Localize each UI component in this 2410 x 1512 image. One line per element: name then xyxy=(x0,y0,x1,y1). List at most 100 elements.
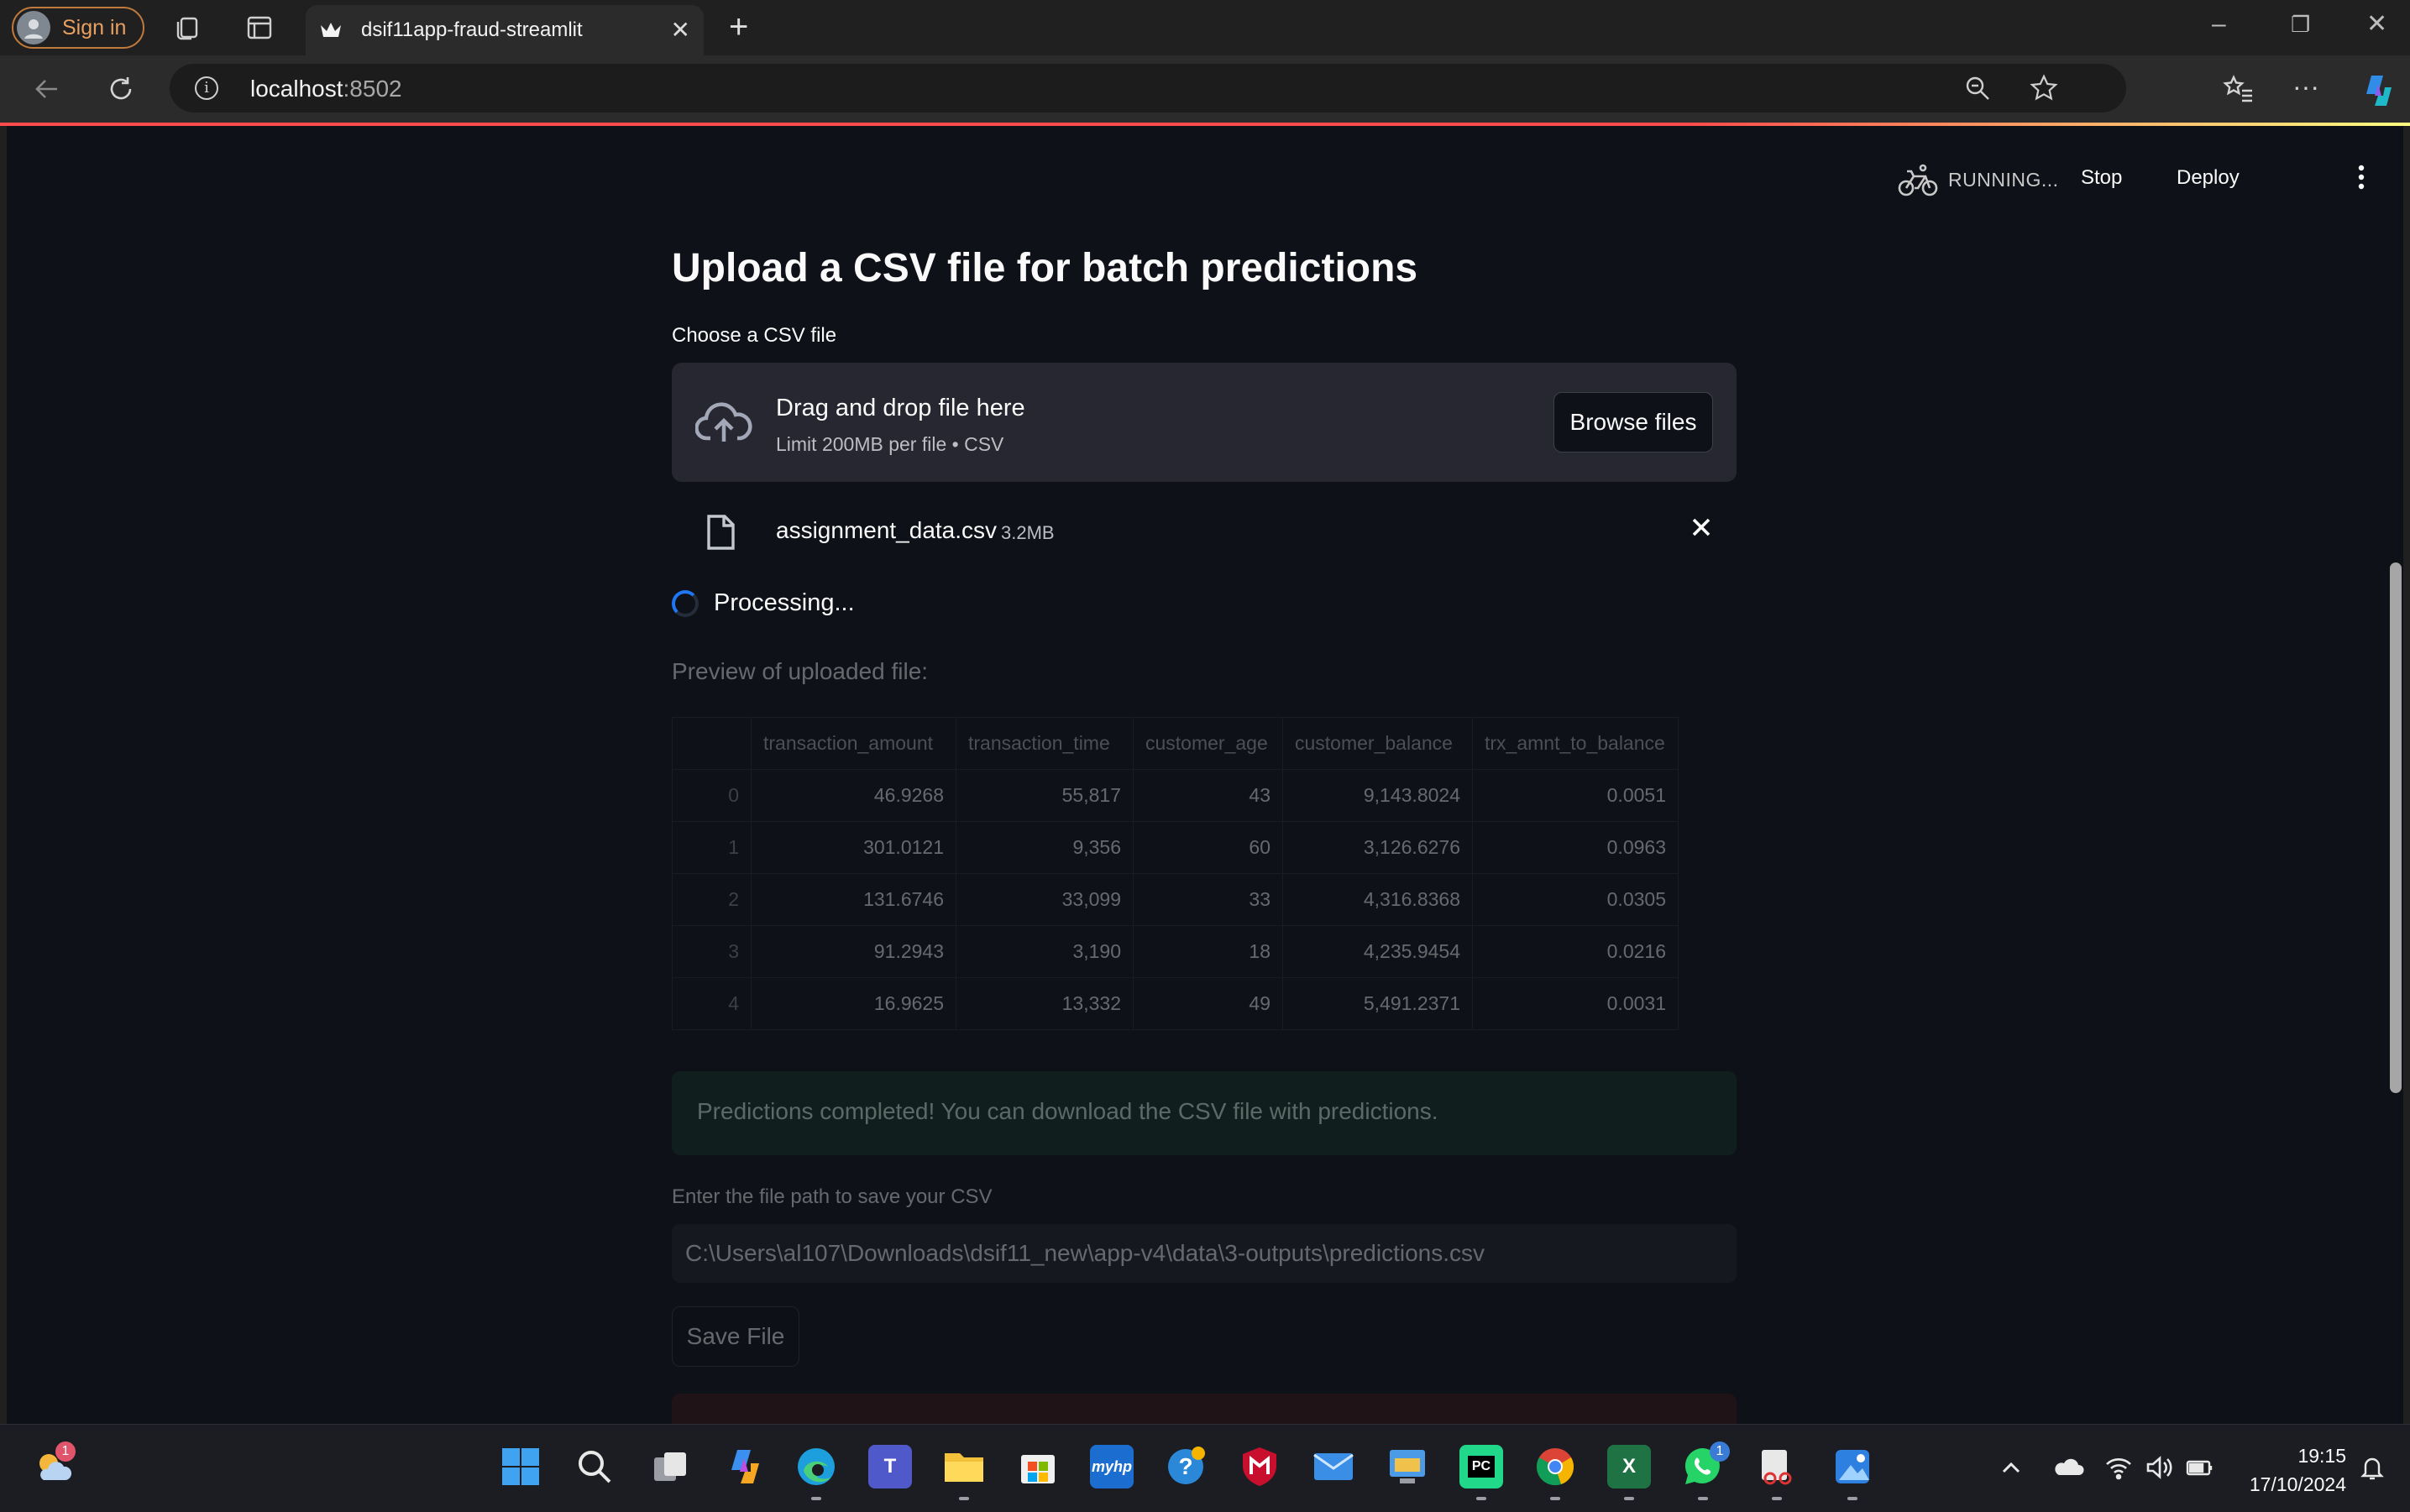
table-cell[interactable]: 33,099 xyxy=(956,873,1134,926)
column-header-transaction-amount[interactable]: transaction_amount xyxy=(751,717,956,770)
table-cell[interactable]: 3,190 xyxy=(956,925,1134,978)
table-cell[interactable]: 33 xyxy=(1133,873,1283,926)
microsoft-store-icon[interactable] xyxy=(1016,1445,1060,1488)
back-arrow-icon[interactable] xyxy=(30,72,64,106)
excel-icon[interactable]: X xyxy=(1607,1445,1651,1488)
close-window-icon[interactable]: ✕ xyxy=(2366,12,2387,37)
table-cell[interactable]: 0.0963 xyxy=(1472,821,1679,874)
table-cell[interactable]: 0.0216 xyxy=(1472,925,1679,978)
more-menu-icon[interactable]: ··· xyxy=(2292,72,2326,106)
new-tab-icon[interactable]: + xyxy=(729,10,748,44)
table-cell[interactable]: 43 xyxy=(1133,769,1283,822)
deploy-button[interactable]: Deploy xyxy=(2177,166,2240,190)
profile-signin-button[interactable]: Sign in xyxy=(12,7,144,49)
zoom-icon[interactable] xyxy=(1963,74,1992,107)
file-explorer-icon[interactable] xyxy=(942,1445,986,1488)
table-cell[interactable]: 9,143.8024 xyxy=(1282,769,1473,822)
table-cell[interactable]: 0.0305 xyxy=(1472,873,1679,926)
profile-avatar xyxy=(17,11,50,44)
table-cell[interactable]: 18 xyxy=(1133,925,1283,978)
table-cell[interactable]: 16.9625 xyxy=(751,977,956,1030)
preview-dataframe[interactable]: transaction_amount transaction_time cust… xyxy=(672,717,1679,1030)
bicycle-icon xyxy=(1898,164,1938,196)
refresh-icon[interactable] xyxy=(104,72,138,106)
chrome-icon[interactable] xyxy=(1533,1445,1577,1488)
processing-spinner: Processing... xyxy=(672,589,855,617)
wifi-icon[interactable] xyxy=(2104,1453,2133,1482)
table-cell[interactable]: 9,356 xyxy=(956,821,1134,874)
volume-icon[interactable] xyxy=(2145,1453,2173,1482)
table-cell[interactable]: 4,235.9454 xyxy=(1282,925,1473,978)
favorites-icon[interactable] xyxy=(2222,72,2255,106)
remove-file-icon[interactable] xyxy=(1690,515,1713,539)
myhp-icon[interactable]: myhp xyxy=(1090,1445,1134,1488)
save-file-button[interactable]: Save File xyxy=(672,1306,799,1367)
table-cell[interactable]: 13,332 xyxy=(956,977,1134,1030)
edge-browser-icon[interactable] xyxy=(794,1445,838,1488)
snipping-tool-icon[interactable] xyxy=(1755,1445,1799,1488)
close-tab-icon[interactable]: ✕ xyxy=(671,18,690,42)
table-cell[interactable]: 46.9268 xyxy=(751,769,956,822)
file-dropzone[interactable]: Drag and drop file here Limit 200MB per … xyxy=(672,363,1737,482)
column-header-customer-balance[interactable]: customer_balance xyxy=(1282,717,1473,770)
dropzone-instructions: Drag and drop file here xyxy=(776,395,1025,421)
uploaded-file-name: assignment_data.csv xyxy=(776,517,998,543)
minimize-icon[interactable]: – xyxy=(2212,12,2226,37)
streamlit-crown-icon xyxy=(319,20,343,40)
favorite-star-icon[interactable] xyxy=(2029,73,2059,107)
show-hidden-icons-chevron-icon[interactable] xyxy=(1997,1453,2025,1482)
column-header-customer-age[interactable]: customer_age xyxy=(1133,717,1283,770)
tab-actions-icon[interactable] xyxy=(244,12,275,44)
file-path-input[interactable] xyxy=(672,1224,1737,1283)
system-clock[interactable]: 19:15 17/10/2024 xyxy=(2250,1441,2346,1499)
battery-icon[interactable] xyxy=(2185,1453,2214,1482)
browse-files-button[interactable]: Browse files xyxy=(1553,392,1713,453)
spinner-text: Processing... xyxy=(714,589,855,616)
spinner-icon xyxy=(672,589,699,617)
pycharm-icon[interactable]: PC xyxy=(1459,1445,1503,1488)
table-cell[interactable]: 131.6746 xyxy=(751,873,956,926)
copilot-icon[interactable] xyxy=(2360,72,2393,106)
teams-icon[interactable]: T xyxy=(868,1445,912,1488)
windows-taskbar: 1 T myhp ? PC X 1 19:15 17/10/2024 xyxy=(0,1424,2410,1512)
mail-icon[interactable] xyxy=(1312,1445,1355,1488)
browser-tab-active[interactable]: dsif11app-fraud-streamlit ✕ xyxy=(306,5,704,55)
table-cell[interactable]: 4,316.8368 xyxy=(1282,873,1473,926)
task-view-icon[interactable] xyxy=(648,1445,692,1488)
table-row: 4 16.9625 13,332 49 5,491.2371 0.0031 xyxy=(672,977,1679,1030)
table-cell[interactable]: 0.0051 xyxy=(1472,769,1679,822)
photos-icon[interactable] xyxy=(1831,1445,1874,1488)
windows-start-icon[interactable] xyxy=(499,1445,542,1488)
whatsapp-badge: 1 xyxy=(1710,1441,1730,1462)
mcafee-icon[interactable] xyxy=(1238,1445,1281,1488)
column-header-index[interactable] xyxy=(672,717,752,770)
table-cell[interactable]: 5,491.2371 xyxy=(1282,977,1473,1030)
table-cell[interactable]: 49 xyxy=(1133,977,1283,1030)
column-header-trx-amnt-to-balance[interactable]: trx_amnt_to_balance xyxy=(1472,717,1679,770)
restore-icon[interactable]: ❐ xyxy=(2291,12,2310,37)
main-menu-icon[interactable] xyxy=(2358,165,2365,194)
onedrive-icon[interactable] xyxy=(2052,1453,2084,1482)
clock-time: 19:15 xyxy=(2297,1445,2346,1467)
control-panel-icon[interactable] xyxy=(1386,1445,1429,1488)
table-cell[interactable]: 60 xyxy=(1133,821,1283,874)
notifications-bell-icon[interactable] xyxy=(2358,1453,2386,1482)
collections-icon[interactable] xyxy=(173,12,205,44)
url-field[interactable]: i localhost:8502 xyxy=(170,64,2126,112)
column-header-transaction-time[interactable]: transaction_time xyxy=(956,717,1134,770)
site-info-icon[interactable]: i xyxy=(195,76,218,100)
browser-address-bar: i localhost:8502 ··· xyxy=(0,55,2410,123)
file-icon xyxy=(705,514,736,551)
table-cell[interactable]: 91.2943 xyxy=(751,925,956,978)
search-icon[interactable] xyxy=(573,1445,616,1488)
table-cell[interactable]: 301.0121 xyxy=(751,821,956,874)
row-index: 1 xyxy=(672,821,752,874)
table-cell[interactable]: 3,126.6276 xyxy=(1282,821,1473,874)
table-cell[interactable]: 55,817 xyxy=(956,769,1134,822)
page-scrollbar[interactable] xyxy=(2390,562,2402,1093)
help-icon[interactable]: ? xyxy=(1164,1445,1208,1488)
stop-button[interactable]: Stop xyxy=(2081,166,2122,190)
table-header-row: transaction_amount transaction_time cust… xyxy=(672,717,1679,770)
table-cell[interactable]: 0.0031 xyxy=(1472,977,1679,1030)
copilot-taskbar-icon[interactable] xyxy=(722,1445,766,1488)
